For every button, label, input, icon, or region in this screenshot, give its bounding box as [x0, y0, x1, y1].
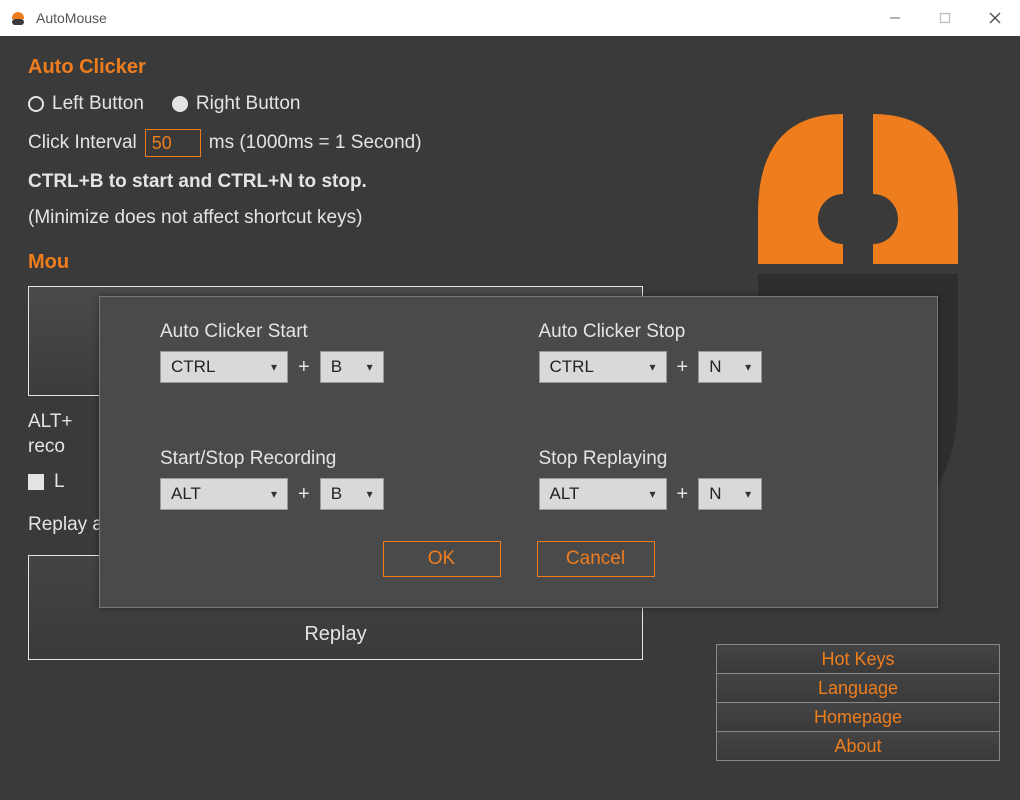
click-interval-label: Click Interval [28, 132, 137, 154]
replay-button-label: Replay [304, 623, 366, 646]
auto-clicker-stop-mod-select[interactable]: CTRL▾ [539, 351, 667, 383]
auto-clicker-title: Auto Clicker [28, 56, 992, 79]
chevron-down-icon: ▾ [649, 360, 655, 374]
hotkeys-button[interactable]: Hot Keys [716, 644, 1000, 674]
stop-replaying-group: Stop Replaying ALT▾ + N▾ [539, 448, 878, 541]
recording-mod-select[interactable]: ALT▾ [160, 478, 288, 510]
chevron-down-icon: ▾ [271, 487, 277, 501]
auto-clicker-stop-key-select[interactable]: N▾ [698, 351, 762, 383]
auto-clicker-stop-group: Auto Clicker Stop CTRL▾ + N▾ [539, 321, 878, 414]
stop-replaying-mod-select[interactable]: ALT▾ [539, 478, 667, 510]
loop-checkbox-label: L [54, 471, 65, 493]
plus-sign: + [298, 356, 310, 379]
about-button[interactable]: About [716, 731, 1000, 761]
auto-clicker-start-group: Auto Clicker Start CTRL▾ + B▾ [160, 321, 499, 414]
auto-clicker-start-key-select[interactable]: B▾ [320, 351, 384, 383]
maximize-button[interactable] [920, 0, 970, 36]
chevron-down-icon: ▾ [649, 487, 655, 501]
app-icon [8, 8, 28, 28]
ok-button[interactable]: OK [383, 541, 501, 577]
click-interval-unit: ms (1000ms = 1 Second) [209, 132, 422, 154]
auto-clicker-start-mod-select[interactable]: CTRL▾ [160, 351, 288, 383]
titlebar: AutoMouse [0, 0, 1020, 36]
start-stop-recording-label: Start/Stop Recording [160, 448, 499, 470]
close-button[interactable] [970, 0, 1020, 36]
left-button-label: Left Button [52, 93, 144, 115]
cancel-button[interactable]: Cancel [537, 541, 655, 577]
start-stop-recording-group: Start/Stop Recording ALT▾ + B▾ [160, 448, 499, 541]
auto-clicker-start-label: Auto Clicker Start [160, 321, 499, 343]
radio-icon [172, 96, 188, 112]
recording-key-select[interactable]: B▾ [320, 478, 384, 510]
left-button-radio[interactable]: Left Button [28, 93, 144, 115]
side-buttons: Hot Keys Language Homepage About [716, 644, 1000, 760]
chevron-down-icon: ▾ [367, 360, 373, 374]
language-button[interactable]: Language [716, 673, 1000, 703]
chevron-down-icon: ▾ [745, 360, 751, 374]
plus-sign: + [677, 356, 689, 379]
plus-sign: + [677, 483, 689, 506]
chevron-down-icon: ▾ [271, 360, 277, 374]
chevron-down-icon: ▾ [367, 487, 373, 501]
homepage-button[interactable]: Homepage [716, 702, 1000, 732]
chevron-down-icon: ▾ [745, 487, 751, 501]
stop-replaying-key-select[interactable]: N▾ [698, 478, 762, 510]
radio-icon [28, 96, 44, 112]
stop-replaying-label: Stop Replaying [539, 448, 878, 470]
app-title: AutoMouse [36, 10, 107, 26]
plus-sign: + [298, 483, 310, 506]
right-button-radio[interactable]: Right Button [172, 93, 301, 115]
minimize-button[interactable] [870, 0, 920, 36]
auto-clicker-stop-label: Auto Clicker Stop [539, 321, 878, 343]
right-button-label: Right Button [196, 93, 301, 115]
click-interval-input[interactable] [145, 129, 201, 157]
hotkeys-dialog: Auto Clicker Start CTRL▾ + B▾ Auto Click… [99, 296, 938, 608]
checkbox-icon [28, 474, 44, 490]
